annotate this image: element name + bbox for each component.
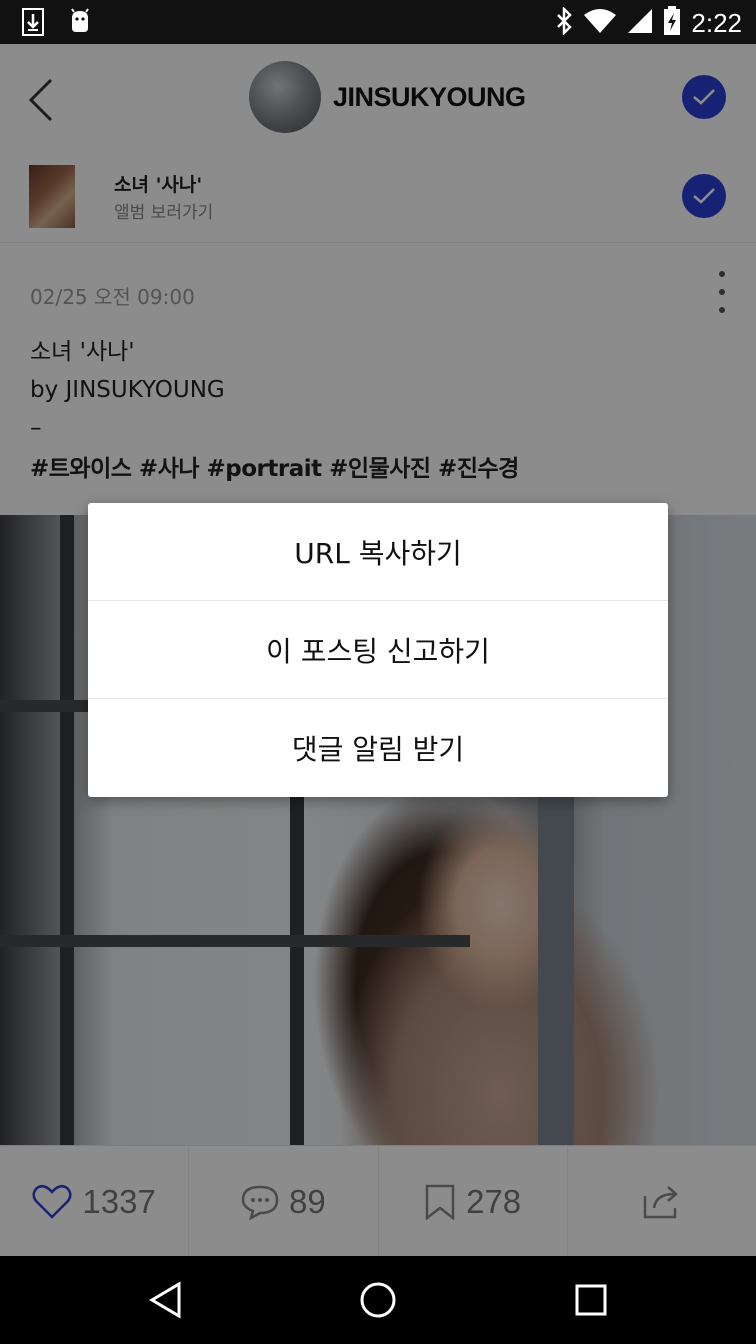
status-bar: 2:22 <box>0 0 756 44</box>
bluetooth-icon <box>555 5 573 39</box>
android-icon <box>68 8 92 40</box>
comment-notification-option[interactable]: 댓글 알림 받기 <box>88 699 668 796</box>
square-recents-icon <box>575 1284 607 1316</box>
wifi-icon <box>583 8 617 38</box>
signal-icon <box>627 8 653 38</box>
nav-back-button[interactable] <box>144 1278 188 1322</box>
status-time: 2:22 <box>691 7 742 38</box>
nav-recents-button[interactable] <box>569 1278 613 1322</box>
nav-home-button[interactable] <box>356 1278 400 1322</box>
battery-icon <box>663 6 681 40</box>
report-post-option[interactable]: 이 포스팅 신고하기 <box>88 601 668 699</box>
options-dialog: URL 복사하기 이 포스팅 신고하기 댓글 알림 받기 <box>88 503 668 797</box>
copy-url-option[interactable]: URL 복사하기 <box>88 503 668 601</box>
circle-home-icon <box>360 1282 396 1318</box>
triangle-back-icon <box>149 1281 181 1319</box>
download-icon <box>22 8 44 40</box>
system-navigation-bar <box>0 1256 756 1344</box>
